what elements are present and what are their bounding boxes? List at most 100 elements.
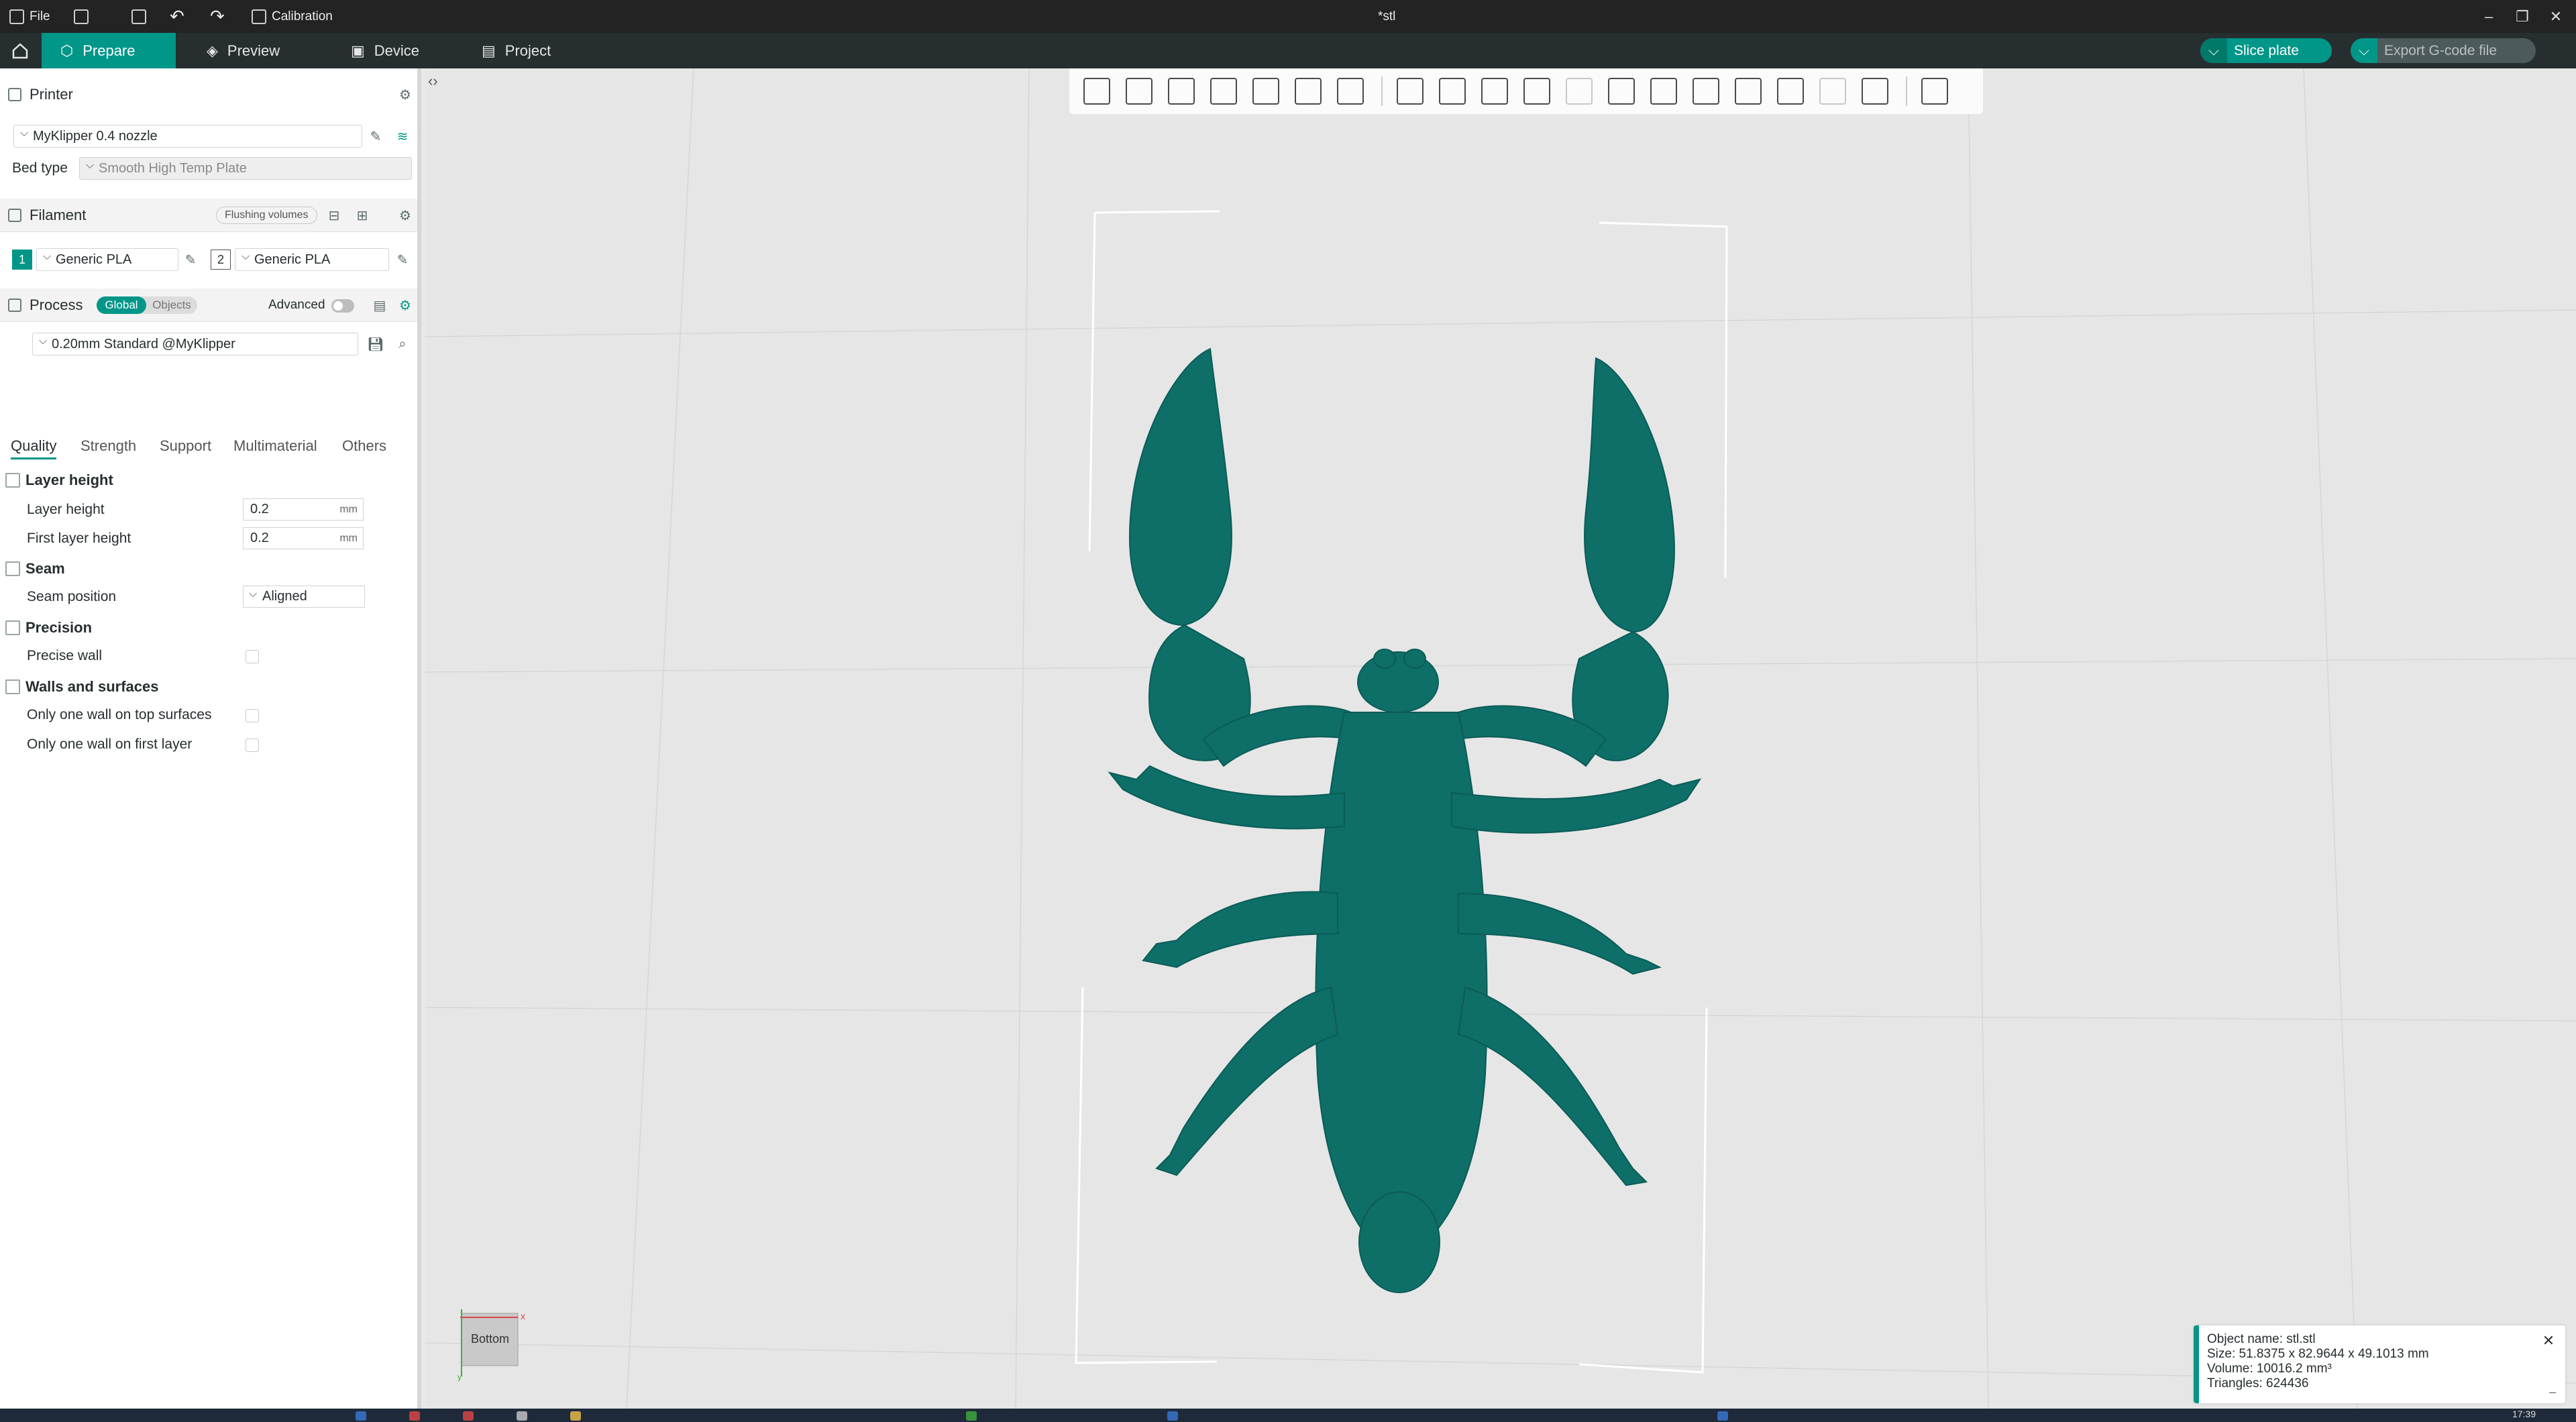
taskbar-app-icon[interactable]	[409, 1411, 420, 1421]
export-gcode-button[interactable]: ⌵ Export G-code file	[2351, 38, 2536, 63]
3d-viewport[interactable]: ‹› Bottom x y Object name: stl.stl Size:…	[425, 68, 2576, 1409]
tab-device[interactable]: ▣ Device	[332, 33, 438, 68]
one-wall-top-checkbox[interactable]	[246, 709, 259, 722]
add-object-button[interactable]	[1077, 72, 1116, 111]
taskbar-app-icon[interactable]	[463, 1411, 474, 1421]
cut-tool[interactable]	[1560, 72, 1599, 111]
edit-filament-2-icon[interactable]: ✎	[393, 250, 412, 269]
assembly-tool[interactable]	[1813, 72, 1852, 111]
tab-strength[interactable]: Strength	[80, 437, 136, 455]
tab-project[interactable]: ▤ Project	[463, 33, 570, 68]
object-name: Object name: stl.stl	[2207, 1332, 2316, 1346]
object-size: Size: 51.8375 x 82.9644 x 49.1013 mm	[2207, 1347, 2429, 1361]
one-wall-first-checkbox[interactable]	[246, 739, 259, 752]
move-tool[interactable]	[1391, 72, 1430, 111]
lay-on-face-tool[interactable]	[1517, 72, 1556, 111]
process-settings-icon[interactable]: ⚙	[396, 296, 415, 315]
filament-slot-2-badge[interactable]: 2	[211, 250, 231, 270]
tab-prepare[interactable]: ⬡ Prepare	[42, 33, 176, 68]
support-paint-tool[interactable]	[1602, 72, 1641, 111]
global-scope-option[interactable]: Global	[97, 296, 146, 314]
taskbar-app-icon[interactable]	[966, 1411, 977, 1421]
first-layer-height-unit: mm	[339, 532, 358, 544]
filament-slot-1-select[interactable]: Generic PLA	[36, 248, 178, 271]
export-dropdown-icon[interactable]: ⌵	[2351, 38, 2377, 63]
file-menu[interactable]: File	[9, 0, 50, 33]
taskbar-app-icon[interactable]	[570, 1411, 581, 1421]
close-icon[interactable]: ✕	[2540, 1332, 2557, 1350]
undo-button[interactable]: ↶	[170, 0, 184, 33]
filament-remove-icon[interactable]: ⊟	[325, 206, 343, 225]
slice-plate-button[interactable]: ⌵ Slice plate	[2200, 38, 2332, 63]
objects-scope-option[interactable]: Objects	[146, 296, 197, 314]
measure-tool[interactable]	[1771, 72, 1810, 111]
layer-height-label: Layer height	[27, 502, 105, 517]
rotate-tool[interactable]	[1433, 72, 1472, 111]
calibration-label: Calibration	[272, 9, 333, 23]
prepare-icon: ⬡	[60, 42, 74, 59]
precise-wall-checkbox[interactable]	[246, 650, 259, 663]
fuzzy-skin-tool[interactable]	[1686, 72, 1725, 111]
calibration-menu[interactable]: Calibration	[252, 0, 333, 33]
auto-orient-button[interactable]	[1162, 72, 1201, 111]
view-cube[interactable]: Bottom x y	[458, 1303, 525, 1383]
process-compare-icon[interactable]: ▤	[370, 296, 389, 315]
filament-section-header: Filament Flushing volumes ⊟ ⊞ ⚙	[0, 199, 417, 232]
minimize-panel-icon[interactable]: –	[2549, 1385, 2556, 1399]
filament-slot-1-badge[interactable]: 1	[12, 250, 32, 270]
arrange-button[interactable]	[1204, 72, 1243, 111]
close-window-button[interactable]: ✕	[2536, 0, 2576, 33]
open-recent-button[interactable]	[74, 0, 89, 33]
seam-position-select[interactable]: Aligned	[243, 586, 365, 608]
tab-preview[interactable]: ◈ Preview	[188, 33, 299, 68]
save-button[interactable]	[131, 0, 146, 33]
wifi-icon[interactable]: ≋	[393, 127, 412, 146]
process-icon	[8, 298, 21, 312]
split-parts-button[interactable]	[1289, 72, 1328, 111]
filament-add-icon[interactable]: ⊞	[353, 206, 372, 225]
mesh-boolean-tool[interactable]	[1856, 72, 1894, 111]
first-layer-height-input[interactable]: 0.2 mm	[243, 527, 364, 549]
tab-quality[interactable]: Quality	[11, 437, 57, 459]
add-plate-button[interactable]	[1120, 72, 1159, 111]
taskbar-app-icon[interactable]	[356, 1411, 366, 1421]
search-icon[interactable]: ⌕	[393, 335, 412, 353]
cut-icon	[1566, 78, 1593, 105]
flushing-volumes-button[interactable]: Flushing volumes	[216, 207, 317, 224]
main-toolbar: ⬡ Prepare ◈ Preview ▣ Device ▤ Project ⌵…	[0, 33, 2576, 68]
viewport-toolbar	[1069, 68, 1983, 114]
seam-paint-tool[interactable]	[1644, 72, 1683, 111]
layers-button[interactable]	[1331, 72, 1370, 111]
orient-icon	[1168, 78, 1195, 105]
scale-icon	[1481, 78, 1508, 105]
collapse-sidebar-button[interactable]: ‹›	[428, 72, 449, 94]
scale-tool[interactable]	[1475, 72, 1514, 111]
home-button[interactable]	[0, 33, 40, 68]
tab-multimaterial[interactable]: Multimaterial	[233, 437, 317, 455]
process-preset-select[interactable]: 0.20mm Standard @MyKlipper	[32, 333, 358, 356]
grid-icon	[1126, 78, 1152, 105]
tab-support[interactable]: Support	[160, 437, 211, 455]
text-tool[interactable]	[1729, 72, 1768, 111]
tab-preview-label: Preview	[227, 42, 280, 59]
bed-type-select[interactable]: Smooth High Temp Plate	[79, 157, 412, 180]
edit-printer-icon[interactable]: ✎	[366, 127, 385, 146]
filament-settings-icon[interactable]: ⚙	[396, 206, 415, 225]
one-wall-top-label: Only one wall on top surfaces	[27, 707, 212, 722]
taskbar-app-icon[interactable]	[1167, 1411, 1178, 1421]
advanced-toggle[interactable]	[331, 299, 354, 313]
filament-slot-2-select[interactable]: Generic PLA	[235, 248, 389, 271]
scope-toggle[interactable]: Global Objects	[97, 296, 197, 314]
explode-view-button[interactable]	[1915, 72, 1954, 111]
printer-settings-icon[interactable]: ⚙	[396, 85, 415, 104]
split-objects-button[interactable]	[1246, 72, 1285, 111]
taskbar-app-icon[interactable]	[1717, 1411, 1728, 1421]
redo-button[interactable]: ↷	[210, 0, 225, 33]
tab-others[interactable]: Others	[342, 437, 386, 455]
slice-dropdown-icon[interactable]: ⌵	[2200, 38, 2227, 63]
save-preset-icon[interactable]: 💾︎	[366, 335, 385, 353]
taskbar-app-icon[interactable]	[517, 1411, 527, 1421]
edit-filament-1-icon[interactable]: ✎	[181, 250, 200, 269]
printer-preset-select[interactable]: MyKlipper 0.4 nozzle	[13, 125, 362, 148]
layer-height-input[interactable]: 0.2 mm	[243, 498, 364, 521]
